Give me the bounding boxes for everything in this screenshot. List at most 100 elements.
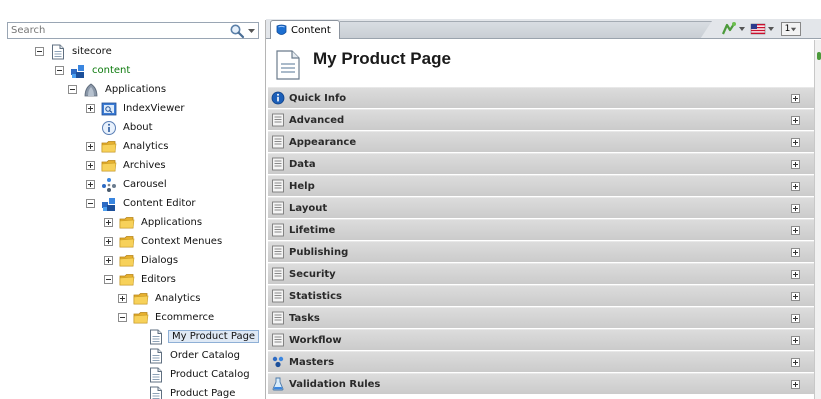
folder-icon [133, 310, 153, 326]
tab-content[interactable]: Content [270, 20, 340, 39]
tree-item-label: My Product Page [168, 330, 260, 343]
collapse-toggle-icon[interactable] [86, 199, 95, 208]
collapse-toggle-icon[interactable] [104, 275, 113, 284]
section-header[interactable]: Advanced [268, 109, 814, 130]
expand-section-icon[interactable] [791, 292, 800, 301]
tree-item[interactable]: Product Page [133, 384, 237, 399]
section-header[interactable]: Lifetime [268, 219, 814, 240]
section-icon [268, 179, 289, 193]
section-title: Security [289, 268, 336, 280]
chevron-down-icon[interactable] [767, 25, 775, 33]
tree-item[interactable]: IndexViewer [86, 99, 187, 118]
section-header[interactable]: Data [268, 153, 814, 174]
expand-section-icon[interactable] [791, 248, 800, 257]
section-header[interactable]: Statistics [268, 285, 814, 306]
expand-section-icon[interactable] [791, 314, 800, 323]
section-header[interactable]: Quick Info [268, 87, 814, 108]
index-viewer-icon [101, 101, 121, 117]
document-icon [50, 44, 70, 60]
tree-item-label: Applications [141, 217, 203, 228]
section-header[interactable]: Tasks [268, 307, 814, 328]
expand-section-icon[interactable] [791, 336, 800, 345]
section-header[interactable]: Appearance [268, 131, 814, 152]
expand-section-icon[interactable] [791, 160, 800, 169]
expand-toggle-icon[interactable] [118, 294, 127, 303]
section-icon [268, 245, 289, 259]
section-header[interactable]: Validation Rules [268, 373, 814, 394]
expand-section-icon[interactable] [791, 380, 800, 389]
tree-item-label: Applications [105, 84, 167, 95]
tree-item[interactable]: Order Catalog [133, 346, 242, 365]
search-input[interactable] [8, 23, 218, 38]
section-icon [268, 289, 289, 303]
tree-item-label: Context Menues [141, 236, 223, 247]
collapse-toggle-icon[interactable] [55, 66, 64, 75]
tree-item[interactable]: Context Menues [104, 232, 224, 251]
collapse-toggle-icon[interactable] [68, 85, 77, 94]
expand-section-icon[interactable] [791, 270, 800, 279]
document-icon [276, 50, 300, 80]
folder-icon [119, 253, 139, 269]
tree-item[interactable]: Applications [68, 80, 168, 99]
tree-item[interactable]: Carousel [86, 175, 169, 194]
tree-item[interactable]: Content Editor [86, 194, 198, 213]
document-icon [148, 386, 168, 399]
tree-item[interactable]: Ecommerce [118, 308, 216, 327]
collapse-toggle-icon[interactable] [35, 47, 44, 56]
expand-toggle-icon[interactable] [86, 104, 95, 113]
document-icon [148, 329, 168, 345]
collapse-toggle-icon[interactable] [118, 313, 127, 322]
chevron-down-icon[interactable] [738, 25, 746, 33]
tree-item[interactable]: Archives [86, 156, 168, 175]
tree-item-label: Editors [141, 274, 176, 285]
section-title: Publishing [289, 246, 349, 258]
navigate-icon[interactable] [721, 21, 737, 37]
tree-item[interactable]: About [86, 118, 155, 137]
expand-section-icon[interactable] [791, 358, 800, 367]
carousel-icon [101, 177, 121, 193]
expand-section-icon[interactable] [791, 226, 800, 235]
section-title: Appearance [289, 136, 357, 148]
section-header[interactable]: Masters [268, 351, 814, 372]
section-title: Validation Rules [289, 378, 381, 390]
version-selector[interactable]: 1 [781, 22, 801, 36]
tree-item-label: sitecore [72, 46, 112, 57]
tree-item[interactable]: Analytics [86, 137, 170, 156]
section-icon [268, 311, 289, 325]
document-icon [148, 348, 168, 364]
tree-item[interactable]: My Product Page [133, 327, 260, 346]
expand-toggle-icon[interactable] [104, 237, 113, 246]
expand-toggle-icon[interactable] [104, 256, 113, 265]
tab-tools: 1 [721, 21, 801, 37]
section-header[interactable]: Workflow [268, 329, 814, 350]
expand-section-icon[interactable] [791, 94, 800, 103]
applications-icon [83, 82, 103, 98]
expand-toggle-icon[interactable] [104, 218, 113, 227]
tree-item[interactable]: Product Catalog [133, 365, 252, 384]
tree-item[interactable]: Editors [104, 270, 178, 289]
tree-item[interactable]: content [55, 61, 132, 80]
expand-section-icon[interactable] [791, 204, 800, 213]
tree-item-label: Content Editor [123, 198, 196, 209]
folder-icon [133, 291, 153, 307]
section-header[interactable]: Layout [268, 197, 814, 218]
flag-icon[interactable] [750, 21, 766, 37]
info-circle-icon [268, 91, 289, 105]
expand-section-icon[interactable] [791, 138, 800, 147]
section-header[interactable]: Help [268, 175, 814, 196]
expand-section-icon[interactable] [791, 116, 800, 125]
section-header[interactable]: Publishing [268, 241, 814, 262]
tree-item[interactable]: Dialogs [104, 251, 180, 270]
chevron-down-icon[interactable] [247, 26, 256, 35]
expand-toggle-icon[interactable] [86, 161, 95, 170]
tree-item[interactable]: Analytics [118, 289, 202, 308]
expand-section-icon[interactable] [791, 182, 800, 191]
tree-item[interactable]: sitecore [35, 42, 114, 61]
tree-item[interactable]: Applications [104, 213, 204, 232]
expand-toggle-icon[interactable] [86, 142, 95, 151]
expand-toggle-icon[interactable] [86, 180, 95, 189]
section-icon [268, 113, 289, 127]
editor-tab-bar: Content 1 [266, 19, 821, 39]
section-header[interactable]: Security [268, 263, 814, 284]
search-icon[interactable] [229, 23, 245, 39]
